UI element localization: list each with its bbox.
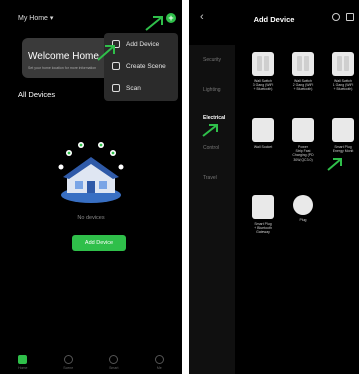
device-wall-switch-2-gang[interactable]: Wall Switch 2 Gang (WiFi + Bluetooth): [283, 52, 323, 92]
tab-label: Home: [18, 366, 28, 370]
tab-me[interactable]: Me: [144, 352, 174, 374]
device-label: Plug: [299, 218, 307, 222]
add-device-screen: ‹ Add Device Security Lighting Electrica…: [189, 0, 359, 374]
device-power-strip[interactable]: Power Strip Fast Charging (PD 30W,QC3.0): [283, 118, 323, 162]
device-wall-socket[interactable]: Wall Socket: [243, 118, 283, 149]
empty-state-text: No devices: [77, 215, 105, 221]
add-device-button[interactable]: Add Device: [72, 235, 126, 251]
wall-switch-icon: [292, 52, 314, 76]
scene-icon: [63, 355, 73, 364]
scan-icon[interactable]: [332, 13, 340, 21]
home-icon: [18, 355, 28, 364]
device-label: Smart Plug + Bluetooth Gateway: [254, 222, 272, 235]
device-label: Wall Socket: [253, 145, 273, 149]
category-control[interactable]: Control: [203, 145, 219, 151]
category-electrical[interactable]: Electrical: [203, 115, 225, 121]
menu-item-label: Scan: [126, 84, 141, 92]
menu-item-label: Add Device: [126, 40, 160, 48]
device-smart-plug-gateway[interactable]: Smart Plug + Bluetooth Gateway: [243, 195, 283, 235]
smart-plug-icon: [252, 195, 274, 219]
category-travel[interactable]: Travel: [203, 175, 217, 181]
house-illustration-icon: [58, 142, 124, 203]
tab-label: Scene: [63, 366, 74, 370]
device-label: Smart Plug Energy Monit: [332, 145, 354, 154]
device-label: Wall Switch 3 Gang (WiFi + Bluetooth): [252, 79, 274, 92]
arrow-to-electrical-icon: [202, 124, 218, 137]
create-scene-icon: [112, 62, 120, 70]
tab-scene[interactable]: Scene: [53, 352, 83, 374]
home-selector[interactable]: My Home ▾: [18, 14, 53, 22]
menu-icon[interactable]: [346, 13, 354, 21]
menu-item-scan[interactable]: Scan: [112, 81, 176, 95]
scan-icon: [112, 84, 120, 92]
menu-item-create-scene[interactable]: Create Scene: [112, 59, 176, 73]
device-label: Power Strip Fast Charging (PD 30W,QC3.0): [292, 145, 314, 162]
arrow-to-plus-icon: [145, 16, 163, 31]
tab-label: Smart: [109, 366, 119, 370]
all-devices-heading: All Devices: [18, 90, 56, 99]
welcome-subtitle: Set your home location for more informat…: [28, 66, 97, 70]
category-lighting[interactable]: Lighting: [203, 87, 221, 93]
wall-socket-icon: [252, 118, 274, 142]
home-screen: My Home ▾ + Welcome Home Set your home l…: [0, 0, 182, 374]
menu-item-label: Create Scene: [126, 62, 166, 70]
device-label: Wall Switch 1 Gang (WiFi + Bluetooth): [332, 79, 354, 92]
device-wall-switch-1-gang[interactable]: Wall Switch 1 Gang (WiFi + Bluetooth): [323, 52, 359, 92]
device-wall-switch-3-gang[interactable]: Wall Switch 3 Gang (WiFi + Bluetooth): [243, 52, 283, 92]
category-security[interactable]: Security: [203, 57, 221, 63]
smart-plug-icon: [332, 118, 354, 142]
smart-icon: [109, 355, 119, 364]
tab-smart[interactable]: Smart: [99, 352, 129, 374]
wall-switch-icon: [252, 52, 274, 76]
device-smart-plug-energy[interactable]: Smart Plug Energy Monit: [323, 118, 359, 153]
tab-label: Me: [156, 366, 162, 370]
menu-item-add-device[interactable]: Add Device: [112, 37, 176, 51]
tab-home[interactable]: Home: [8, 352, 38, 374]
device-label: Wall Switch 2 Gang (WiFi + Bluetooth): [292, 79, 314, 92]
category-sidebar: Security Lighting Electrical Control Tra…: [189, 45, 235, 374]
power-strip-icon: [292, 118, 314, 142]
bottom-tab-bar: Home Scene Smart Me: [0, 352, 182, 374]
arrow-to-smart-plug-icon: [327, 158, 342, 171]
device-plug[interactable]: Plug: [283, 195, 323, 222]
arrow-to-add-device-icon: [97, 45, 115, 61]
me-icon: [154, 355, 164, 364]
add-icon[interactable]: +: [166, 13, 176, 23]
wall-switch-icon: [332, 52, 354, 76]
welcome-title: Welcome Home: [28, 51, 99, 62]
plug-icon: [293, 195, 313, 215]
